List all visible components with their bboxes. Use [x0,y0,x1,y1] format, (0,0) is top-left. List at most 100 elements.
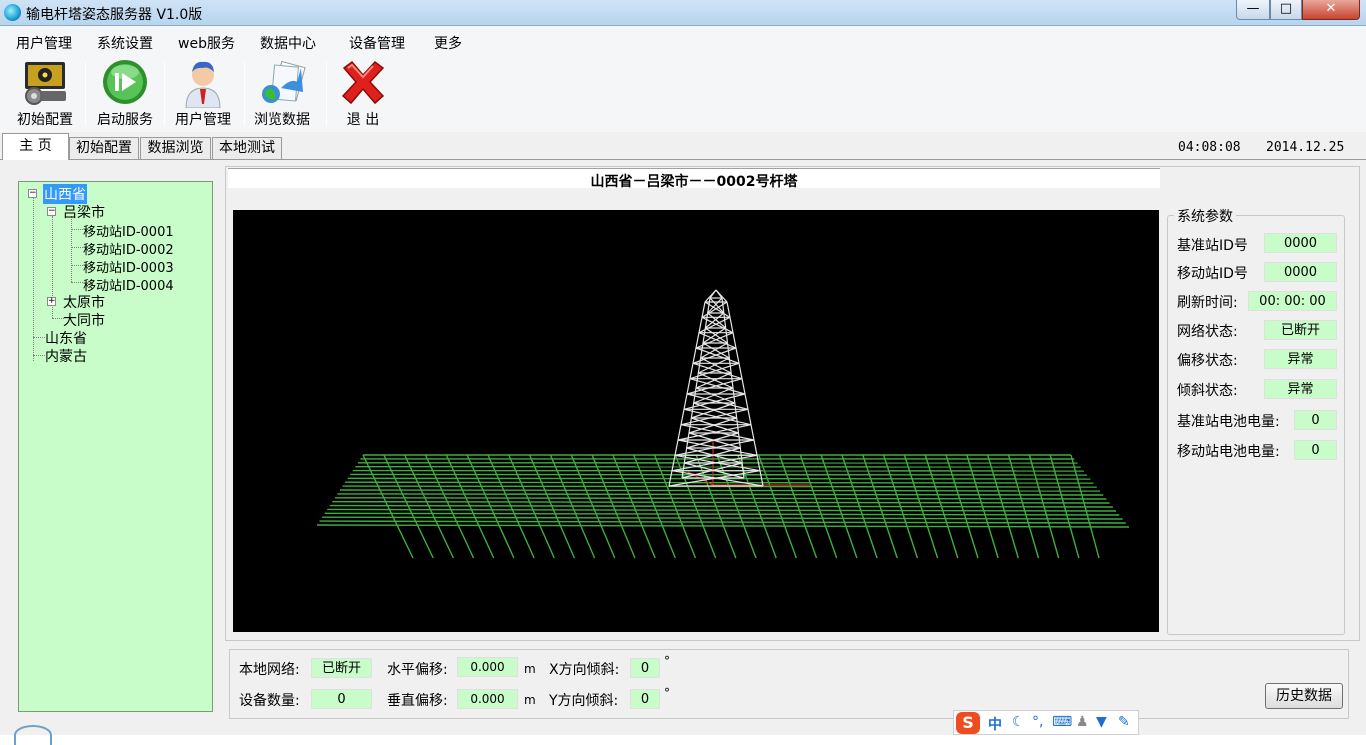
collapse-icon[interactable]: − [47,207,56,216]
start-service-label: 启动服务 [90,109,160,129]
viewer-title-bar: 山西省－吕梁市－－0002号杆塔 [228,168,1160,188]
tree-node-lvliang[interactable]: 吕梁市 [63,202,105,222]
x-tilt-value: 0 [630,658,660,678]
menu-bar: 用户管理 系统设置 web服务 数据中心 设备管理 更多 [0,26,1366,56]
tower-member [705,328,727,343]
expand-icon[interactable]: + [47,297,56,306]
init-config-button[interactable]: 初始配置 [8,56,82,132]
tower-3d-scene [233,210,1159,632]
grid-line [335,498,1107,499]
base-battery-label: 基准站电池电量: [1177,411,1280,431]
ime-lang-toggle[interactable]: 中 [988,714,1002,734]
tab-home[interactable]: 主 页 [2,133,69,160]
main-area: − 山西省 − 吕梁市 移动站ID-0001 移动站ID-0002 移动站ID-… [0,160,1366,735]
x-tilt-unit: ° [664,654,670,668]
menu-more[interactable]: 更多 [434,33,462,53]
tree-node-taiyuan[interactable]: 太原市 [63,292,105,312]
moon-icon[interactable]: ☾ [1012,714,1025,730]
window-title: 输电杆塔姿态服务器 V1.0版 [26,4,202,24]
ime-toolbar[interactable]: S 中 ☾ °, ⌨ ♟ ▼ ✎ [953,710,1139,735]
grid-line [345,482,1093,483]
x-tilt-label: X方向倾斜: [549,659,619,679]
menu-user-management[interactable]: 用户管理 [16,33,72,53]
close-button[interactable]: ✕ [1302,0,1360,20]
vertical-shift-label: 垂直偏移: [387,690,448,710]
mobile-battery-value: 0 [1294,440,1337,460]
tilt-status-value: 异常 [1264,379,1337,399]
tree-node-shandong[interactable]: 山东省 [45,328,87,348]
network-status-value: 已断开 [1264,320,1337,340]
app-globe-icon [4,4,21,21]
grid-line [332,502,1109,503]
menu-data-center[interactable]: 数据中心 [260,33,316,53]
keyboard-icon[interactable]: ⌨ [1052,714,1072,730]
tab-bar: 主 页 初始配置 数据浏览 本地测试 04:08:08 2014.12.25 [0,132,1366,160]
tower-member [710,290,716,298]
mobile-battery-label: 移动站电池电量: [1177,441,1280,461]
maximize-button[interactable]: □ [1270,0,1302,20]
grid-line [340,490,1100,491]
monitor-gear-icon [20,58,70,108]
offset-status-value: 异常 [1264,349,1337,369]
tree-node-station-0002[interactable]: 移动站ID-0002 [83,239,174,258]
transmission-tower [669,290,763,486]
y-tilt-label: Y方向倾斜: [549,690,618,710]
grid-line [337,494,1103,495]
grid-line [350,474,1087,475]
skin-shirt-icon[interactable]: ▼ [1096,714,1107,730]
mobile-station-id-label: 移动站ID号 [1177,263,1248,283]
vertical-shift-unit: m [524,693,536,707]
horizontal-shift-label: 水平偏移: [387,659,448,679]
user-icon[interactable]: ♟ [1076,714,1089,730]
tree-node-shanxi[interactable]: 山西省 [43,184,87,204]
tree-node-neimenggu[interactable]: 内蒙古 [45,346,87,366]
tree-node-station-0001[interactable]: 移动站ID-0001 [83,221,174,240]
base-battery-value: 0 [1294,410,1337,430]
init-config-label: 初始配置 [8,109,82,129]
tab-local-test[interactable]: 本地测试 [212,137,282,159]
play-circle-icon [100,58,150,108]
device-count-label: 设备数量: [239,690,300,710]
tree-node-station-0003[interactable]: 移动站ID-0003 [83,257,174,276]
collapse-icon[interactable]: − [28,189,37,198]
tab-init-config[interactable]: 初始配置 [69,137,139,159]
menu-system-settings[interactable]: 系统设置 [97,33,153,53]
tree-node-datong[interactable]: 大同市 [63,310,105,330]
browse-data-button[interactable]: 浏览数据 [249,56,315,132]
tower-member [716,290,722,298]
tilt-status-label: 倾斜状态: [1177,380,1238,400]
user-avatar-icon [178,58,228,108]
refresh-time-label: 刷新时间: [1177,292,1238,312]
grid-line [325,513,1120,515]
tower-member [696,348,739,363]
horizontal-shift-value: 0.000 [457,657,518,677]
menu-web-service[interactable]: web服务 [178,33,235,53]
tab-data-browse[interactable]: 数据浏览 [140,137,211,159]
punctuation-icon[interactable]: °, [1032,714,1043,730]
exit-button[interactable]: 退 出 [332,56,394,132]
refresh-time-value: 00: 00: 00 [1248,291,1337,311]
station-tree[interactable]: − 山西省 − 吕梁市 移动站ID-0001 移动站ID-0002 移动站ID-… [18,181,213,712]
clock-time: 04:08:08 [1178,140,1241,155]
wrench-icon[interactable]: ✎ [1118,714,1130,730]
minimize-button[interactable]: — [1236,0,1270,20]
menu-device-management[interactable]: 设备管理 [349,33,405,53]
history-data-button[interactable]: 历史数据 [1265,683,1343,709]
user-management-button[interactable]: 用户管理 [169,56,237,132]
device-count-value: 0 [311,689,372,709]
mobile-station-id-value: 0000 [1264,262,1337,282]
title-bar: 输电杆塔姿态服务器 V1.0版 — □ ✕ [0,0,1366,26]
start-orb-icon[interactable] [14,725,52,745]
red-x-exit-icon [338,58,388,108]
base-station-id-value: 0000 [1264,233,1337,253]
start-service-button[interactable]: 启动服务 [90,56,160,132]
y-tilt-value: 0 [630,689,660,709]
offset-status-label: 偏移状态: [1177,350,1238,370]
clock-date: 2014.12.25 [1266,140,1344,155]
vertical-shift-value: 0.000 [457,689,518,709]
browse-data-label: 浏览数据 [249,109,315,129]
3d-viewport[interactable] [233,210,1159,632]
sogou-logo-icon[interactable]: S [956,712,980,734]
user-management-label: 用户管理 [169,109,237,129]
toolbar: 初始配置 启动服务 用户管理 浏览数据 [0,56,1366,132]
